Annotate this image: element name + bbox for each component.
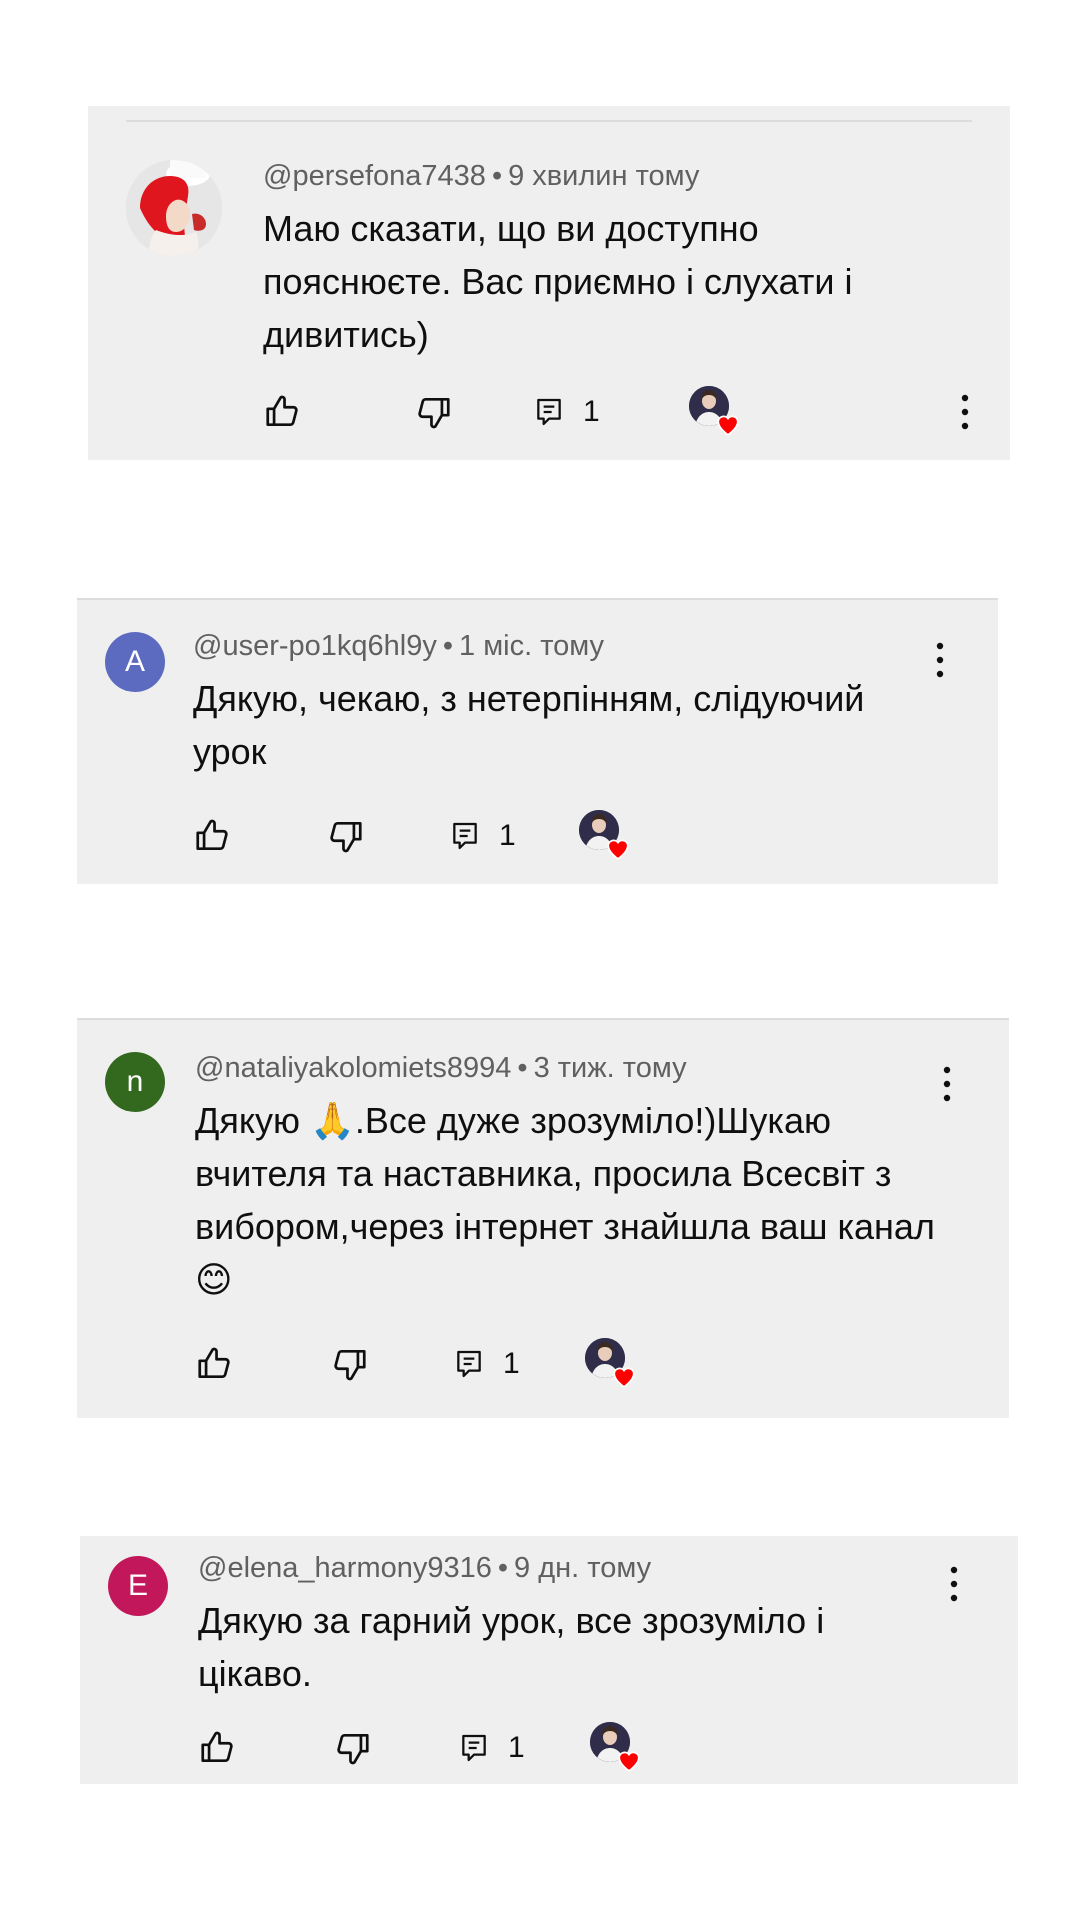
author-name[interactable]: @elena_harmony9316 [198,1552,492,1584]
more-vert-icon[interactable] [930,640,950,680]
comment-actions: 1 [263,386,1003,434]
thumb-up-icon [193,817,231,855]
reply-button[interactable]: 1 [458,1726,525,1770]
comment-text: Маю сказати, що ви доступно пояснюєте. В… [263,208,853,355]
comment-text: Дякую, чекаю, з нетерпінням, слідуючий у… [193,678,865,772]
comment-time[interactable]: 9 дн. тому [514,1552,651,1584]
author-avatar[interactable]: A [105,632,165,692]
reply-count: 1 [583,395,600,428]
meta-separator: • [517,1052,528,1084]
thumb-down-icon [415,393,453,431]
comment-time[interactable]: 9 хвилин тому [508,160,699,192]
more-vert-icon[interactable] [944,1564,964,1604]
dislike-button[interactable] [415,390,453,434]
reply-button[interactable]: 1 [453,1342,520,1386]
comment-text: Дякую 🙏.Все дуже зрозуміло!)Шукаю вчител… [195,1100,935,1300]
avatar-photo-icon [126,160,222,256]
comment-icon [453,1348,485,1380]
divider [77,598,998,600]
author-avatar[interactable] [126,160,222,256]
comment-meta: @persefona7438 • 9 хвилин тому [263,160,699,193]
dislike-button[interactable] [334,1726,372,1770]
author-name[interactable]: @nataliyakolomiets8994 [195,1052,511,1084]
reply-count: 1 [503,1347,520,1380]
heart-icon [616,1748,642,1772]
more-vert-icon[interactable] [955,392,975,432]
author-name[interactable]: @user-po1kq6hl9y [193,630,437,662]
meta-separator: • [491,160,503,192]
reply-count: 1 [508,1731,525,1764]
comment-card: n @nataliyakolomiets8994 • 3 тиж. тому Дяк… [77,1018,1009,1418]
meta-separator: • [497,1552,509,1584]
comment-icon [449,820,481,852]
more-vert-icon[interactable] [937,1064,957,1104]
comment-meta: @nataliyakolomiets8994 • 3 тиж. тому [195,1052,687,1085]
author-name[interactable]: @persefona7438 [263,160,486,192]
author-avatar[interactable]: n [105,1052,165,1112]
heart-icon [605,836,631,860]
reply-button[interactable]: 1 [449,814,516,858]
comment-time[interactable]: 3 тиж. тому [534,1052,687,1084]
creator-heart [585,1338,633,1386]
author-avatar[interactable]: E [108,1556,168,1616]
thumb-down-icon [331,1345,369,1383]
comment-text: Дякую за гарний урок, все зрозуміло і ці… [198,1600,825,1694]
thumb-up-icon [198,1729,236,1767]
comment-meta: @elena_harmony9316 • 9 дн. тому [198,1552,651,1585]
comment-icon [458,1732,490,1764]
like-button[interactable] [263,390,301,434]
heart-icon [715,412,741,436]
like-button[interactable] [195,1342,233,1386]
comment-actions: 1 [195,1338,695,1386]
comment-icon [533,396,565,428]
divider [77,1018,1009,1020]
reply-count: 1 [499,819,516,852]
creator-heart [590,1722,638,1770]
comment-actions: 1 [198,1722,698,1770]
like-button[interactable] [193,814,231,858]
thumb-up-icon [195,1345,233,1383]
divider [126,120,972,122]
creator-heart [579,810,627,858]
comment-time[interactable]: 1 міс. тому [459,630,604,662]
meta-separator: • [442,630,454,662]
dislike-button[interactable] [331,1342,369,1386]
comment-card: E @elena_harmony9316 • 9 дн. тому Дякую за… [80,1536,1018,1784]
heart-icon [611,1364,637,1388]
reply-button[interactable]: 1 [533,390,600,434]
thumb-down-icon [327,817,365,855]
thumb-up-icon [263,393,301,431]
comment-meta: @user-po1kq6hl9y • 1 міс. тому [193,630,604,663]
comment-card: A @user-po1kq6hl9y • 1 міс. тому Дякую, че… [77,598,998,884]
like-button[interactable] [198,1726,236,1770]
thumb-down-icon [334,1729,372,1767]
comment-card: @persefona7438 • 9 хвилин тому Маю сказати… [88,106,1010,460]
comment-actions: 1 [193,810,693,858]
dislike-button[interactable] [327,814,365,858]
creator-heart [689,386,737,434]
